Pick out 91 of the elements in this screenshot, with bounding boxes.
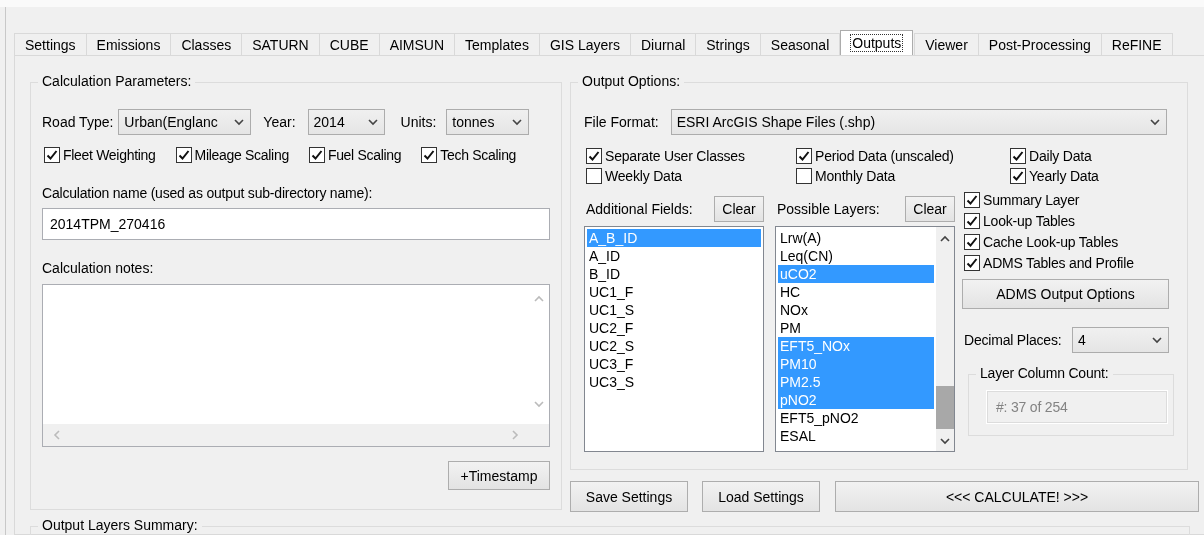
list-item[interactable]: UC3_S bbox=[587, 373, 761, 391]
checkbox[interactable] bbox=[586, 148, 602, 164]
checkbox[interactable] bbox=[1010, 168, 1026, 184]
name-input-field[interactable]: 2014TPM_270416 bbox=[42, 208, 550, 240]
list-item[interactable]: ESAL bbox=[778, 427, 934, 445]
tab[interactable]: Viewer bbox=[914, 33, 979, 55]
checkbox[interactable] bbox=[964, 255, 980, 271]
checkbox-label: Fleet Weighting bbox=[63, 147, 156, 163]
list-item[interactable]: B_ID bbox=[587, 265, 761, 283]
save-settings-button[interactable]: Save Settings bbox=[570, 481, 688, 512]
group-title: Output Layers Summary: bbox=[38, 517, 202, 533]
chevron-down-icon bbox=[940, 437, 950, 445]
list-item[interactable]: PM bbox=[778, 319, 934, 337]
list-label: Additional Fields: bbox=[586, 201, 693, 217]
chevron-down-icon bbox=[512, 118, 523, 126]
checkbox[interactable] bbox=[1010, 148, 1026, 164]
checkbox-label: Yearly Data bbox=[1029, 168, 1099, 184]
clear-button[interactable]: Clear bbox=[714, 196, 764, 222]
tab[interactable]: Seasonal bbox=[759, 33, 841, 55]
dropdown[interactable]: tonnes bbox=[446, 109, 530, 135]
chevron-left-icon bbox=[53, 430, 61, 440]
list-label: Possible Layers: bbox=[777, 201, 880, 217]
chevron-up-icon bbox=[940, 235, 950, 243]
checkbox-label: Weekly Data bbox=[605, 168, 682, 184]
tab[interactable]: Outputs bbox=[840, 30, 914, 55]
checkbox-label: Mileage Scaling bbox=[194, 147, 289, 163]
checkbox[interactable] bbox=[586, 168, 602, 184]
timestamp-button[interactable]: +Timestamp bbox=[448, 461, 550, 490]
adms-options-button[interactable]: ADMS Output Options bbox=[962, 279, 1169, 309]
chevron-up-icon bbox=[534, 295, 544, 303]
tab[interactable]: Strings bbox=[695, 33, 761, 55]
scrollbar[interactable] bbox=[936, 227, 954, 451]
checkbox-label: Cache Look-up Tables bbox=[983, 234, 1119, 250]
tab[interactable]: GIS Layers bbox=[538, 33, 631, 55]
list-item[interactable]: EFT5_pNO2 bbox=[778, 409, 934, 427]
checkbox[interactable] bbox=[44, 147, 60, 163]
checkbox[interactable] bbox=[964, 234, 980, 250]
dropdown[interactable]: Urban(Englanc bbox=[118, 109, 252, 135]
field-label: Units: bbox=[400, 114, 437, 130]
group-title: Layer Column Count: bbox=[976, 365, 1113, 381]
list-item[interactable]: UC2_F bbox=[587, 319, 761, 337]
chevron-down-icon bbox=[1149, 118, 1160, 126]
field-label: Calculation notes: bbox=[42, 260, 155, 276]
checkbox[interactable] bbox=[964, 213, 980, 229]
checkbox-label: Separate User Classes bbox=[605, 148, 745, 164]
dropdown[interactable]: 2014 bbox=[307, 109, 385, 135]
list-item[interactable]: NOx bbox=[778, 301, 934, 319]
checkbox[interactable] bbox=[308, 147, 325, 163]
checkbox-label: Daily Data bbox=[1029, 148, 1092, 164]
tab[interactable]: Post-Processing bbox=[977, 33, 1102, 55]
checkbox[interactable] bbox=[796, 168, 812, 184]
checkbox-label: Period Data (unscaled) bbox=[815, 148, 954, 164]
group-title: Calculation Parameters: bbox=[38, 73, 196, 89]
load-settings-button[interactable]: Load Settings bbox=[702, 481, 820, 512]
list-item[interactable]: UC1_S bbox=[587, 301, 761, 319]
chevron-down-icon bbox=[534, 400, 544, 408]
chevron-down-icon bbox=[234, 118, 245, 126]
list-item[interactable]: UC1_F bbox=[587, 283, 761, 301]
chevron-down-icon bbox=[1152, 336, 1162, 344]
checkbox[interactable] bbox=[796, 148, 812, 164]
field-label: Calculation name (used as output sub-directory name): bbox=[42, 185, 374, 201]
field-label: Decimal Places: bbox=[964, 332, 1062, 348]
scrollbar-thumb[interactable] bbox=[936, 386, 954, 429]
calculate-button[interactable]: <<< CALCULATE! >>> bbox=[835, 481, 1199, 512]
field-label: Road Type: bbox=[42, 114, 114, 130]
clear-button[interactable]: Clear bbox=[905, 196, 955, 222]
list-item[interactable]: UC3_F bbox=[587, 355, 761, 373]
list-item[interactable]: Lrw(A) bbox=[778, 229, 934, 247]
checkbox-label: Tech Scaling bbox=[440, 147, 517, 163]
checkbox-label: Summary Layer bbox=[983, 192, 1080, 208]
list-item[interactable]: HC bbox=[778, 283, 934, 301]
tab[interactable]: Templates bbox=[454, 33, 540, 55]
checkbox[interactable] bbox=[421, 147, 438, 163]
list-item[interactable]: A_ID bbox=[587, 247, 761, 265]
field-label: File Format: bbox=[584, 114, 659, 130]
checkbox-label: Look-up Tables bbox=[983, 213, 1075, 229]
checkbox-label: ADMS Tables and Profile bbox=[983, 255, 1134, 271]
tab[interactable]: ReFINE bbox=[1100, 33, 1173, 55]
field-label: Year: bbox=[263, 114, 296, 130]
dropdown[interactable]: 4 bbox=[1072, 327, 1169, 353]
group-title: Output Options: bbox=[578, 73, 685, 89]
list-item[interactable]: Leq(CN) bbox=[778, 247, 934, 265]
checkbox[interactable] bbox=[175, 147, 192, 163]
chevron-down-icon bbox=[367, 118, 378, 126]
checkbox[interactable] bbox=[964, 192, 980, 208]
list-item[interactable]: UC2_S bbox=[587, 337, 761, 355]
tab[interactable]: Settings bbox=[14, 33, 87, 55]
checkbox-label: Fuel Scaling bbox=[327, 147, 402, 163]
chevron-right-icon bbox=[511, 430, 519, 440]
checkbox-label: Monthly Data bbox=[815, 168, 896, 184]
dropdown[interactable]: ESRI ArcGIS Shape Files (.shp) bbox=[670, 109, 1167, 135]
